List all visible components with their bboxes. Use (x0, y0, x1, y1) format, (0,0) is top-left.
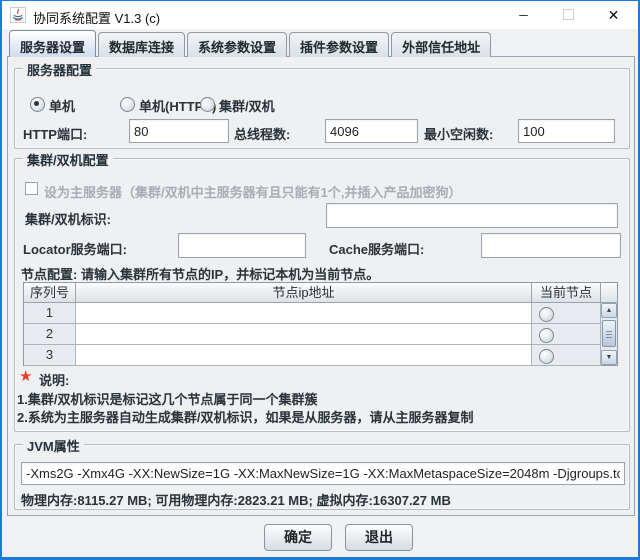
min-idle-input[interactable] (518, 119, 615, 143)
tab-plugin-params[interactable]: 插件参数设置 (289, 32, 390, 57)
header-ip: 节点ip地址 (76, 283, 532, 303)
scroll-up-button[interactable]: ▲ (601, 303, 617, 318)
header-seq: 序列号 (24, 283, 76, 303)
http-port-input[interactable] (129, 119, 229, 143)
memory-info: 物理内存:8115.27 MB; 可用物理内存:2823.21 MB; 虚拟内存… (21, 493, 451, 508)
row-ip-cell[interactable] (76, 324, 532, 345)
row-seq: 2 (24, 324, 76, 345)
titlebar: 协同系统配置 V1.3 (c) ─ ✕ (2, 1, 638, 29)
java-app-icon (10, 7, 26, 23)
node-table: 序列号 节点ip地址 当前节点 1 2 3 ▲ ▼ (23, 282, 618, 366)
tab-bar: 服务器设置 数据库连接 系统参数设置 插件参数设置 外部信任地址 (9, 30, 492, 57)
cluster-radio[interactable] (200, 97, 215, 112)
note-line-2: 2.系统为主服务器自动生成集群/双机标识，如果是从服务器，请从主服务器复制 (17, 410, 474, 425)
close-button[interactable]: ✕ (591, 1, 636, 29)
tab-external-trusted[interactable]: 外部信任地址 (391, 32, 492, 57)
window-title: 协同系统配置 V1.3 (c) (33, 11, 161, 26)
locator-port-label: Locator服务端口: (23, 242, 128, 257)
maximize-icon (563, 9, 574, 21)
app-window: 协同系统配置 V1.3 (c) ─ ✕ 服务器设置 数据库连接 系统参数设置 插… (0, 0, 640, 560)
row-seq: 1 (24, 303, 76, 324)
set-master-checkbox-label: 设为主服务器（集群/双机中主服务器有且只能有1个,并插入产品加密狗） (44, 185, 462, 200)
http-port-label: HTTP端口: (23, 127, 88, 142)
tab-system-params[interactable]: 系统参数设置 (187, 32, 288, 57)
exit-button[interactable]: 退出 (345, 524, 413, 551)
minimize-button[interactable]: ─ (501, 1, 546, 29)
notes-title: 说明: (39, 373, 70, 388)
row-current-cell (532, 324, 601, 345)
locator-port-input[interactable] (178, 233, 306, 258)
node-config-hint: 节点配置: 请输入集群所有节点的IP，并标记本机为当前节点。 (21, 267, 380, 282)
star-icon: ★ (19, 368, 33, 385)
row-current-cell (532, 345, 601, 366)
row-ip-cell[interactable] (76, 303, 532, 324)
scrollbar-thumb[interactable] (602, 320, 616, 347)
row-seq: 3 (24, 345, 76, 366)
total-threads-label: 总线程数: (234, 127, 291, 142)
tab-server-settings[interactable]: 服务器设置 (9, 30, 97, 57)
cache-port-input[interactable] (481, 233, 621, 258)
current-node-radio[interactable] (539, 328, 554, 343)
jvm-group-title: JVM属性 (23, 436, 84, 455)
table-row: 3 (24, 345, 617, 366)
header-corner (601, 283, 617, 303)
row-current-cell (532, 303, 601, 324)
server-config-group-title: 服务器配置 (23, 60, 97, 79)
ok-button[interactable]: 确定 (264, 524, 332, 551)
cluster-radio-label: 集群/双机 (219, 99, 275, 114)
standalone-radio-label: 单机 (49, 99, 76, 114)
jvm-options-input[interactable] (21, 462, 625, 485)
standalone-https-radio[interactable] (120, 97, 135, 112)
table-row: 1 (24, 303, 617, 324)
node-table-header: 序列号 节点ip地址 当前节点 (24, 283, 617, 303)
table-scrollbar[interactable]: ▲ ▼ (600, 303, 617, 365)
maximize-button[interactable] (546, 1, 591, 29)
scroll-down-button[interactable]: ▼ (601, 350, 617, 365)
scroll-up-icon: ▲ (605, 307, 613, 314)
note-line-1: 1.集群/双机标识是标记这几个节点属于同一个集群簇 (17, 392, 318, 407)
min-idle-label: 最小空闲数: (424, 127, 494, 142)
header-current-node: 当前节点 (532, 283, 601, 303)
server-config-group: 服务器配置 单机 单机(HTTPS) 集群/双机 HTTP端口: 总线程数: 最… (14, 60, 630, 149)
close-icon: ✕ (607, 7, 620, 23)
cache-port-label: Cache服务端口: (329, 242, 425, 257)
tab-database-connection[interactable]: 数据库连接 (98, 32, 186, 57)
cluster-config-group-title: 集群/双机配置 (23, 150, 113, 169)
total-threads-input[interactable] (325, 119, 418, 143)
cluster-id-input[interactable] (326, 203, 618, 228)
current-node-radio[interactable] (539, 307, 554, 322)
jvm-group: JVM属性 物理内存:8115.27 MB; 可用物理内存:2823.21 MB… (14, 436, 630, 510)
standalone-radio[interactable] (30, 97, 45, 112)
set-master-checkbox[interactable] (25, 182, 38, 195)
table-row: 2 (24, 324, 617, 345)
cluster-id-label: 集群/双机标识: (25, 212, 111, 227)
cluster-config-group: 集群/双机配置 设为主服务器（集群/双机中主服务器有且只能有1个,并插入产品加密… (14, 150, 630, 432)
current-node-radio[interactable] (539, 349, 554, 364)
row-ip-cell[interactable] (76, 345, 532, 366)
minimize-icon: ─ (519, 8, 528, 22)
scroll-down-icon: ▼ (605, 354, 613, 361)
